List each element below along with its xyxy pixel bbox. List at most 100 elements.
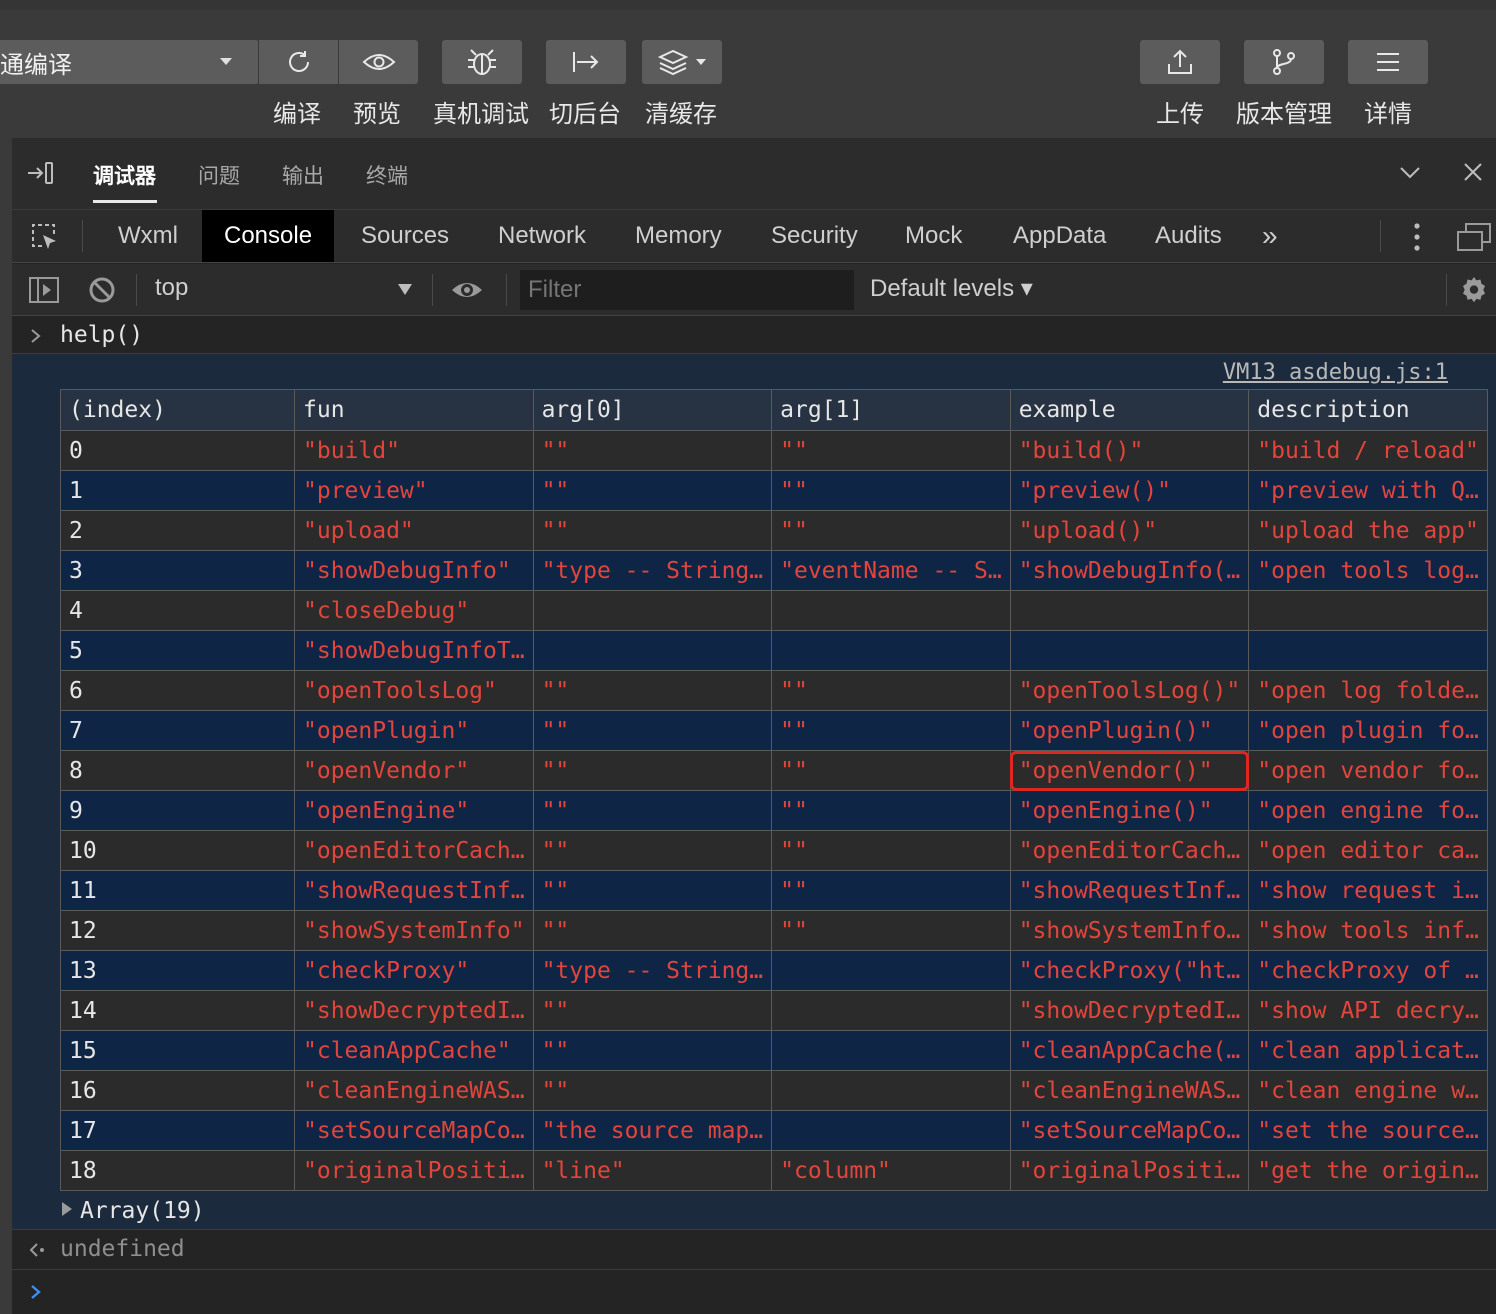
cell-value: "" (780, 437, 808, 464)
table-cell: "upload" (294, 510, 534, 551)
divider (1380, 220, 1381, 252)
tab-console[interactable]: Console (202, 210, 335, 262)
tab-debugger[interactable]: 调试器 (93, 160, 156, 190)
inspect-element-icon[interactable] (30, 222, 60, 252)
compile-button[interactable] (259, 40, 338, 84)
source-link[interactable]: VM13 asdebug.js:1 (1223, 360, 1448, 385)
undock-icon[interactable] (1456, 222, 1492, 252)
upload-button[interactable] (1140, 40, 1220, 84)
details-label: 详情 (1364, 100, 1412, 128)
cell-value: "clean applicat… (1257, 1037, 1479, 1064)
compile-label: 编译 (273, 100, 321, 128)
table-header-cell[interactable]: arg[0] (532, 389, 773, 431)
tab-terminal[interactable]: 终端 (366, 160, 408, 190)
table-header-cell[interactable]: description (1248, 389, 1488, 431)
details-button[interactable] (1348, 40, 1428, 84)
tab-audits[interactable]: Audits (1133, 210, 1244, 262)
row-index-cell: 4 (60, 590, 295, 631)
compile-mode-select[interactable]: 通编译 (0, 40, 258, 84)
cell-value: "checkProxy("ht… (1018, 957, 1241, 984)
table-cell: "setSourceMapCo… (294, 1110, 534, 1151)
chevron-down-icon[interactable] (398, 284, 412, 295)
cell-value: 0 (69, 437, 83, 464)
array-summary[interactable]: Array(19) (62, 1198, 205, 1224)
cell-value: "openEditorCach… (1018, 837, 1241, 864)
table-cell: "" (532, 470, 773, 511)
table-cell (771, 990, 1011, 1031)
cell-value: "" (541, 877, 570, 904)
switch-background-button[interactable] (546, 40, 626, 84)
log-levels-dropdown[interactable]: Default levels ▾ (870, 274, 1033, 303)
live-expression-eye-icon[interactable] (450, 278, 484, 302)
more-tabs-button[interactable]: » (1240, 210, 1300, 262)
clear-cache-button[interactable] (642, 40, 722, 84)
table-cell: "" (532, 870, 773, 911)
table-cell: "cleanEngineWAS… (1009, 1070, 1250, 1111)
table-row: 11 "showRequestInf… "" "" "showRequestInf… "s… (60, 870, 1488, 911)
kebab-menu-icon[interactable] (1412, 222, 1422, 252)
close-icon[interactable] (1463, 162, 1483, 182)
cell-value: 13 (69, 957, 97, 984)
cell-value: "open log folde… (1257, 677, 1479, 704)
cell-value: 6 (69, 677, 83, 704)
table-cell: "checkProxy" (294, 950, 534, 991)
version-management-label: 版本管理 (1236, 100, 1332, 128)
settings-gear-icon[interactable] (1460, 276, 1488, 304)
cell-value: "preview" (303, 477, 428, 504)
table-cell: "showDebugInfo" (294, 550, 534, 591)
table-cell: "cleanAppCache" (294, 1030, 534, 1071)
table-header-cell[interactable]: arg[1] (771, 389, 1011, 431)
expand-triangle-icon[interactable] (62, 1202, 72, 1216)
version-management-button[interactable] (1244, 40, 1324, 84)
table-cell: "" (532, 430, 773, 471)
filter-input[interactable] (520, 270, 854, 310)
table-row: 14 "showDecryptedI… "" "showDecryptedI… "sho… (60, 990, 1488, 1031)
row-index-cell: 1 (60, 470, 295, 511)
cell-value: "" (780, 917, 808, 944)
dock-side-icon[interactable] (26, 160, 54, 186)
cell-value: "open plugin fo… (1257, 717, 1479, 744)
cell-value: "openPlugin()" (1018, 717, 1213, 744)
cell-value: "closeDebug" (303, 597, 470, 624)
table-cell: "upload the app" (1248, 510, 1488, 551)
tab-memory[interactable]: Memory (613, 210, 744, 262)
cell-value: 17 (69, 1117, 97, 1144)
table-header-cell[interactable]: fun (294, 389, 534, 431)
context-selector[interactable]: top (155, 274, 188, 302)
table-cell (1009, 630, 1250, 671)
tab-output[interactable]: 输出 (282, 160, 324, 190)
table-row: 4 "closeDebug" (60, 590, 1488, 631)
bug-icon (468, 49, 496, 75)
table-cell: "get the origin… (1248, 1150, 1488, 1191)
console-prompt[interactable] (12, 1270, 1496, 1314)
table-cell: "build / reload" (1248, 430, 1488, 471)
debugger-tab-bar: 调试器 问题 输出 终端 (12, 138, 1496, 210)
cell-value: "upload()" (1018, 517, 1158, 544)
tab-sources[interactable]: Sources (339, 210, 471, 262)
return-value-icon (29, 1243, 44, 1257)
tab-appdata[interactable]: AppData (991, 210, 1128, 262)
preview-button[interactable] (339, 40, 418, 84)
chevron-down-icon[interactable] (1398, 164, 1422, 180)
tab-mock[interactable]: Mock (883, 210, 984, 262)
cell-value: "showDebugInfo" (303, 557, 511, 584)
remote-debug-button[interactable] (442, 40, 522, 84)
table-cell: "clean engine w… (1248, 1070, 1488, 1111)
table-cell: "setSourceMapCo… (1009, 1110, 1250, 1151)
tab-security[interactable]: Security (749, 210, 880, 262)
table-header-cell[interactable]: example (1009, 389, 1250, 431)
table-row: 15 "cleanAppCache" "" "cleanAppCache(… "clea… (60, 1030, 1488, 1071)
tab-network[interactable]: Network (476, 210, 608, 262)
clear-console-icon[interactable] (88, 276, 116, 304)
cell-value: "openVendor" (303, 757, 470, 784)
tab-issues[interactable]: 问题 (198, 160, 240, 190)
cell-value: "" (541, 1077, 570, 1104)
table-header-cell[interactable]: (index) (60, 389, 295, 431)
tab-wxml[interactable]: Wxml (96, 210, 200, 262)
sidebar-toggle-icon[interactable] (28, 276, 60, 304)
cell-value: 16 (69, 1077, 97, 1104)
table-row: 2 "upload" "" "" "upload()" "upload the app" (60, 510, 1488, 551)
upload-icon (1168, 49, 1192, 74)
table-cell (771, 590, 1011, 631)
layers-icon (658, 49, 689, 76)
